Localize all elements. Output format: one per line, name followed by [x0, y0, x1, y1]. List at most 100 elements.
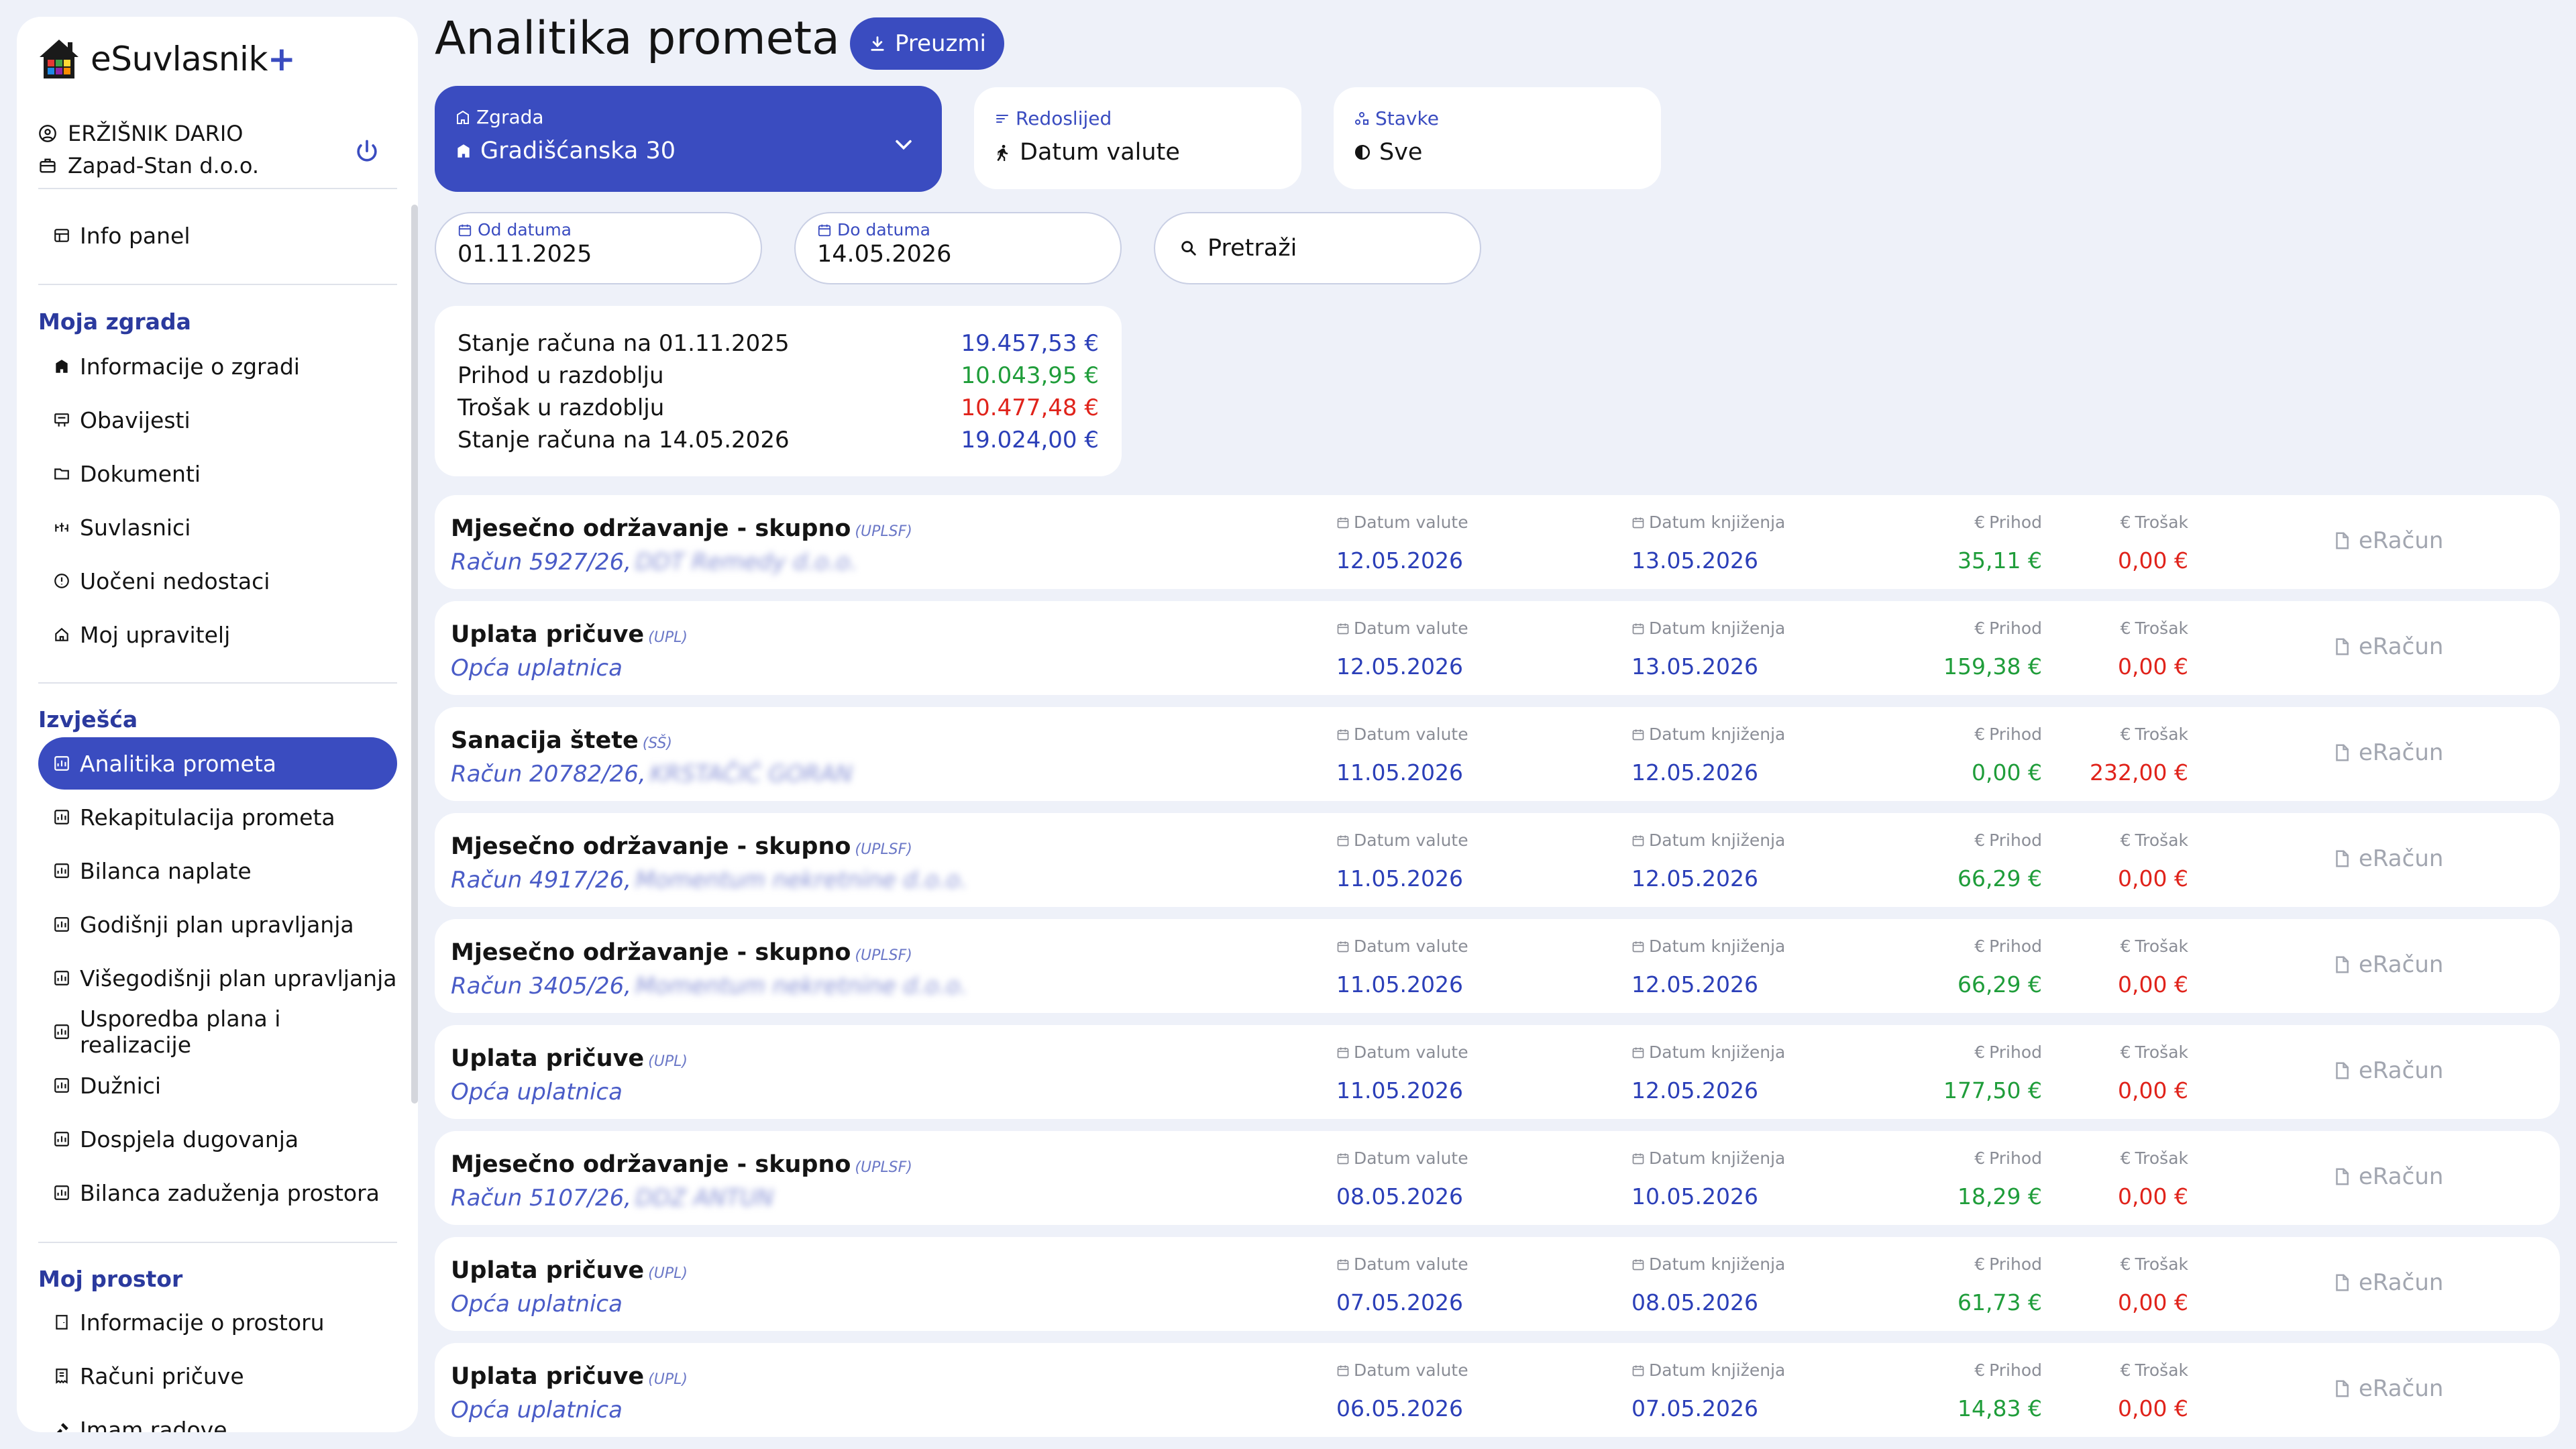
report-icon	[54, 863, 69, 878]
to-date-field[interactable]: Do datuma 14.05.2026	[794, 212, 1122, 284]
booking-date-label: Datum knjiženja	[1631, 830, 1785, 850]
report-icon	[54, 810, 69, 824]
sidebar-item-my-works[interactable]: Imam radove	[38, 1403, 397, 1432]
section-title-moja-zgrada: Moja zgrada	[38, 309, 191, 335]
sidebar-item-space-charge-balance[interactable]: Bilanca zaduženja prostora	[38, 1167, 397, 1219]
sidebar-item-traffic-analytics[interactable]: Analitika prometa	[38, 737, 397, 790]
transaction-row[interactable]: Uplata pričuve (UPL) Opća uplatnica Datum…	[435, 1025, 2560, 1119]
divider	[38, 188, 397, 189]
building-select-value-row: Gradišćanska 30	[455, 138, 922, 164]
sidebar-scrollbar[interactable]	[411, 205, 418, 1104]
sort-lines-icon	[996, 114, 1008, 123]
income-label: € Prihod	[1974, 513, 2042, 532]
transaction-row[interactable]: Mjesečno održavanje - skupno (UPLSF) Raču…	[435, 813, 2560, 907]
transaction-row[interactable]: Mjesečno održavanje - skupno (UPLSF) Raču…	[435, 1131, 2560, 1225]
sidebar-item-label: Suvlasnici	[80, 514, 191, 541]
transaction-party: DDZ ANTUN	[635, 1185, 774, 1212]
sidebar-item-plan-vs-realization[interactable]: Usporedba plana i realizacije	[38, 1006, 397, 1058]
value-date: 11.05.2026	[1336, 759, 1463, 786]
chevron-down-icon	[896, 140, 912, 150]
download-button[interactable]: Preuzmi	[850, 17, 1004, 70]
einvoice-button[interactable]: eRačun	[2332, 739, 2443, 766]
calendar-icon	[1632, 1259, 1644, 1270]
sidebar-item-overdue-debts[interactable]: Dospjela dugovanja	[38, 1113, 397, 1165]
einvoice-button[interactable]: eRačun	[2332, 1163, 2443, 1190]
order-select[interactable]: Redoslijed Datum valute	[974, 87, 1301, 189]
section-title-izvjesca: Izvješća	[38, 706, 138, 733]
einvoice-button[interactable]: eRačun	[2332, 1057, 2443, 1084]
building-icon	[457, 110, 469, 124]
income-amount: 14,83 €	[1957, 1395, 2042, 1421]
sidebar-item-info-panel[interactable]: Info panel	[38, 209, 397, 262]
document-icon	[2336, 956, 2349, 973]
transaction-row[interactable]: Sanacija štete (SŠ) Račun 20782/26, KRSTAČ…	[435, 707, 2560, 801]
einvoice-button[interactable]: eRačun	[2332, 633, 2443, 660]
sidebar-item-traffic-recap[interactable]: Rekapitulacija prometa	[38, 791, 397, 843]
booking-date: 12.05.2026	[1631, 971, 1758, 998]
cost-label: € Trošak	[2120, 513, 2188, 532]
sidebar-item-multi-year-plan[interactable]: Višegodišnji plan upravljanja	[38, 952, 397, 1004]
transaction-row[interactable]: Mjesečno održavanje - skupno (UPLSF) Raču…	[435, 919, 2560, 1013]
sidebar-item-co-owners[interactable]: Suvlasnici	[38, 501, 397, 553]
transaction-row[interactable]: Uplata pričuve (UPL) Opća uplatnica Datum…	[435, 1237, 2560, 1331]
sidebar-item-my-manager[interactable]: Moj upravitelj	[38, 608, 397, 661]
einvoice-button[interactable]: eRačun	[2332, 527, 2443, 554]
cost-amount: 232,00 €	[2090, 759, 2188, 786]
sidebar-item-debtors[interactable]: Dužnici	[38, 1059, 397, 1112]
calendar-icon	[1337, 517, 1349, 528]
calendar-icon	[1337, 729, 1349, 740]
einvoice-button[interactable]: eRačun	[2332, 845, 2443, 872]
folder-icon	[54, 468, 69, 480]
sidebar-item-annual-plan[interactable]: Godišnji plan upravljanja	[38, 898, 397, 951]
transaction-code: (UPLSF)	[855, 523, 912, 540]
einvoice-button[interactable]: eRačun	[2332, 1269, 2443, 1296]
euro-icon: €	[1974, 1148, 1986, 1168]
booking-date-label: Datum knjiženja	[1631, 619, 1785, 638]
transaction-row[interactable]: Uplata pričuve (UPL) Opća uplatnica Datum…	[435, 1343, 2560, 1437]
calendar-icon	[1337, 941, 1349, 952]
einvoice-button[interactable]: eRačun	[2332, 1375, 2443, 1402]
receipt-icon	[56, 1368, 68, 1384]
euro-icon: €	[2120, 619, 2131, 638]
items-select[interactable]: Stavke Sve	[1334, 87, 1661, 189]
report-icon	[54, 971, 69, 985]
transaction-row[interactable]: Uplata pričuve (UPL) Opća uplatnica Datum…	[435, 601, 2560, 695]
calendar-icon	[1632, 1153, 1644, 1164]
transaction-code: (SŠ)	[642, 735, 672, 752]
value-date: 12.05.2026	[1336, 653, 1463, 680]
report-icon	[54, 1024, 69, 1039]
sidebar-item-documents[interactable]: Dokumenti	[38, 447, 397, 500]
transaction-code: (UPL)	[648, 1053, 688, 1070]
euro-icon: €	[2120, 1042, 2131, 1062]
download-icon	[871, 36, 884, 51]
sidebar-item-collection-balance[interactable]: Bilanca naplate	[38, 845, 397, 897]
summary-row-closing-balance: Stanje računa na 14.05.2026 19.024,00 €	[458, 424, 1099, 456]
sidebar-item-reserve-invoices[interactable]: Računi pričuve	[38, 1350, 397, 1402]
calendar-icon	[1632, 941, 1644, 952]
transaction-document: Opća uplatnica	[451, 1397, 623, 1424]
report-icon	[54, 1132, 69, 1146]
logout-power-icon[interactable]	[352, 138, 382, 167]
einvoice-button[interactable]: eRačun	[2332, 951, 2443, 978]
summary-label: Stanje računa na 14.05.2026	[458, 427, 790, 453]
from-date-field[interactable]: Od datuma 01.11.2025	[435, 212, 762, 284]
summary-label: Trošak u razdoblju	[458, 394, 665, 421]
booking-date-label: Datum knjiženja	[1631, 513, 1785, 532]
transaction-row[interactable]: Mjesečno održavanje - skupno (UPLSF) Raču…	[435, 495, 2560, 589]
app-logo[interactable]: eSuvlasnik+	[37, 37, 296, 81]
sidebar-item-notices[interactable]: Obavijesti	[38, 394, 397, 446]
document-icon	[2336, 1062, 2349, 1079]
search-input[interactable]: Pretraži	[1154, 212, 1481, 284]
sidebar-item-defects[interactable]: Uočeni nedostaci	[38, 555, 397, 607]
sidebar-item-space-info[interactable]: Informacije o prostoru	[38, 1296, 397, 1348]
transaction-document: Račun 4917/26, Momentum nekretnine d.o.o.	[451, 867, 967, 894]
building-select[interactable]: Zgrada Gradišćanska 30	[435, 86, 942, 192]
value-date-label: Datum valute	[1336, 1148, 1468, 1168]
user-circle-icon	[39, 125, 56, 142]
transaction-title: Uplata pričuve (UPL)	[451, 621, 688, 648]
euro-icon: €	[2120, 936, 2131, 956]
calendar-icon	[1337, 1259, 1349, 1270]
sidebar-item-building-info[interactable]: Informacije o zgradi	[38, 340, 397, 392]
booking-date-label: Datum knjiženja	[1631, 1042, 1785, 1062]
document-icon	[2336, 532, 2349, 549]
